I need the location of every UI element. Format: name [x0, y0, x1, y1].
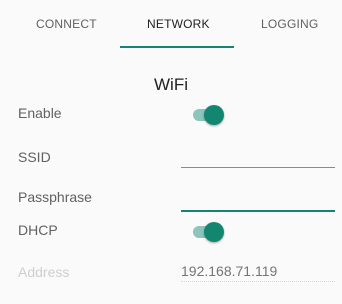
tab-network[interactable]: NETWORK [147, 17, 210, 31]
tab-bar: CONNECT NETWORK LOGGING [0, 0, 342, 52]
dhcp-label: DHCP [18, 222, 58, 238]
enable-label: Enable [18, 105, 62, 121]
passphrase-input[interactable] [181, 190, 335, 212]
ssid-label: SSID [18, 149, 51, 165]
tab-connect[interactable]: CONNECT [36, 17, 97, 31]
active-tab-indicator [120, 46, 234, 48]
passphrase-label: Passphrase [18, 189, 92, 205]
address-label: Address [18, 264, 70, 280]
address-input[interactable] [181, 260, 335, 282]
section-title: WiFi [154, 75, 188, 94]
dhcp-toggle[interactable] [187, 222, 227, 242]
enable-toggle[interactable] [187, 105, 227, 125]
ssid-input[interactable] [181, 146, 335, 168]
tab-logging[interactable]: LOGGING [261, 17, 318, 31]
dhcp-toggle-thumb [204, 222, 224, 242]
enable-toggle-thumb [204, 105, 224, 125]
